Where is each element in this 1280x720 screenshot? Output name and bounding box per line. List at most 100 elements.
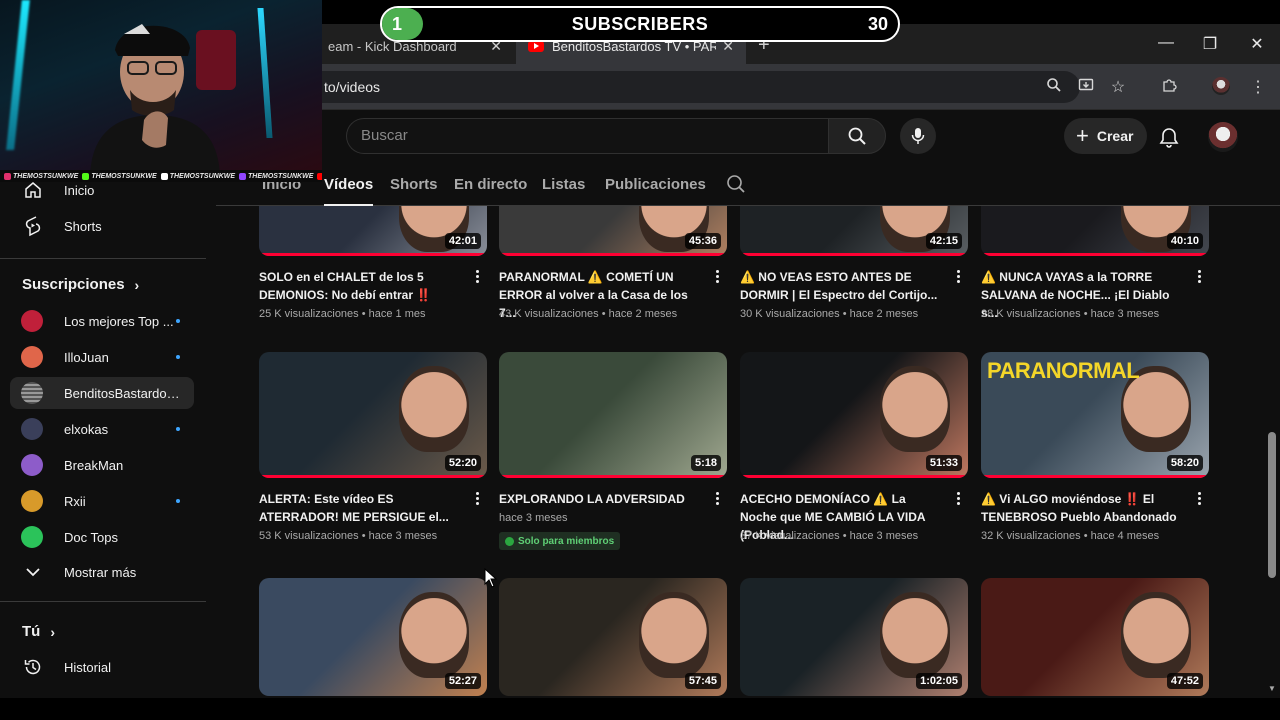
video-thumbnail[interactable]: 51:33 <box>740 352 968 478</box>
video-thumbnail[interactable]: 42:15 <box>740 206 968 256</box>
sidebar-item-subscription[interactable]: IlloJuan <box>10 341 194 373</box>
search-box[interactable] <box>346 118 828 154</box>
video-card[interactable]: 5:18 EXPLORANDO LA ADVERSIDAD hace 3 meses… <box>499 352 727 550</box>
sidebar-item-subscription[interactable]: Los mejores Top ... <box>10 305 194 337</box>
extensions-icon[interactable] <box>1159 77 1179 98</box>
social-platform-icon <box>317 172 322 180</box>
video-menu-icon[interactable] <box>711 270 723 283</box>
video-title[interactable]: SOLO en el CHALET de los 5 DEMONIOS: No … <box>259 268 459 304</box>
video-menu-icon[interactable] <box>471 270 483 283</box>
video-meta: 37 K visualizaciones • hace 3 meses <box>740 530 919 542</box>
subscriptions-heading-label: Suscripciones <box>22 276 125 293</box>
restore-icon[interactable]: ❐ <box>1198 34 1222 54</box>
channel-search-icon[interactable] <box>726 174 746 199</box>
video-duration: 57:45 <box>684 673 721 689</box>
thumbnail-face <box>880 592 950 678</box>
video-menu-icon[interactable] <box>952 270 964 283</box>
video-thumbnail[interactable]: 5:18 <box>499 352 727 478</box>
video-title[interactable]: ⚠️ Vi ALGO moviéndose ‼️ El TENEBROSO Pu… <box>981 490 1181 526</box>
video-card[interactable]: 51:33 ACECHO DEMONÍACO ⚠️ La Noche que ME… <box>740 352 968 542</box>
browser-menu-icon[interactable]: ⋮ <box>1248 77 1268 97</box>
notifications-bell-icon[interactable] <box>1158 126 1180 153</box>
sidebar-item-subscription[interactable]: BreakMan <box>10 449 194 481</box>
video-thumbnail[interactable]: 52:27 <box>259 578 487 696</box>
sidebar-item-subscription[interactable]: Doc Tops <box>10 521 194 553</box>
channel-avatar <box>21 454 43 476</box>
zoom-icon[interactable] <box>1044 77 1064 98</box>
thumbnail-face <box>399 592 469 678</box>
video-duration: 52:27 <box>444 673 481 689</box>
sidebar-item-historial[interactable]: Historial <box>10 651 194 683</box>
watch-progress-bar <box>499 475 727 478</box>
search-button[interactable] <box>828 118 886 154</box>
video-thumbnail[interactable]: 40:10 <box>981 206 1209 256</box>
video-duration: 42:15 <box>925 233 962 249</box>
video-menu-icon[interactable] <box>711 492 723 505</box>
video-card[interactable]: 52:27 <box>259 578 487 696</box>
video-card[interactable]: 47:52 <box>981 578 1209 696</box>
account-avatar[interactable] <box>1208 122 1238 152</box>
video-thumbnail[interactable]: 57:45 <box>499 578 727 696</box>
thumbnail-overlay-text: PARANORMAL <box>987 358 1140 383</box>
video-thumbnail[interactable]: PARANORMAL 58:20 <box>981 352 1209 478</box>
new-content-dot <box>176 319 180 323</box>
video-card[interactable]: 42:01 SOLO en el CHALET de los 5 DEMONIOS… <box>259 206 487 320</box>
chevron-right-icon: › <box>134 276 140 293</box>
microphone-icon <box>911 128 925 144</box>
scroll-down-arrow-icon[interactable]: ▼ <box>1266 684 1278 693</box>
video-card[interactable]: 1:02:05 <box>740 578 968 696</box>
sidebar-item-subscription[interactable]: elxokas <box>10 413 194 445</box>
video-duration: 47:52 <box>1166 673 1203 689</box>
minimize-icon[interactable]: — <box>1154 34 1178 52</box>
video-thumbnail[interactable]: 1:02:05 <box>740 578 968 696</box>
tab-videos[interactable]: Vídeos <box>324 176 374 206</box>
new-content-dot <box>176 355 180 359</box>
search-input[interactable] <box>361 127 801 144</box>
chevron-down-icon <box>22 561 44 583</box>
video-menu-icon[interactable] <box>1193 270 1205 283</box>
subscriptions-heading[interactable]: Suscripciones › <box>22 276 139 293</box>
video-title[interactable]: ALERTA: Este vídeo ES ATERRADOR! ME PERS… <box>259 490 459 526</box>
video-title[interactable]: EXPLORANDO LA ADVERSIDAD <box>499 490 699 508</box>
voice-search-button[interactable] <box>900 118 936 154</box>
show-more-button[interactable]: Mostrar más <box>10 556 194 588</box>
video-thumbnail[interactable]: 47:52 <box>981 578 1209 696</box>
sidebar-item-subscription[interactable]: Rxii <box>10 485 194 517</box>
video-meta: 28 K visualizaciones • hace 3 meses <box>981 308 1160 320</box>
tab-shorts[interactable]: Shorts <box>390 176 438 193</box>
install-app-icon[interactable] <box>1076 77 1096 98</box>
scrollbar-thumb[interactable] <box>1268 432 1276 578</box>
address-bar[interactable]: to/videos <box>300 71 1080 103</box>
bookmark-star-icon[interactable]: ☆ <box>1108 77 1128 97</box>
video-meta: 53 K visualizaciones • hace 3 meses <box>259 530 438 542</box>
video-thumbnail[interactable]: 42:01 <box>259 206 487 256</box>
video-thumbnail[interactable]: 45:36 <box>499 206 727 256</box>
video-duration: 42:01 <box>444 233 481 249</box>
social-handle: THEMOSTSUNKWE <box>160 172 235 180</box>
new-content-dot <box>176 427 180 431</box>
video-meta: 25 K visualizaciones • hace 1 mes <box>259 308 426 320</box>
video-menu-icon[interactable] <box>952 492 964 505</box>
video-card[interactable]: 40:10 ⚠️ NUNCA VAYAS a la TORRE SALVANA d… <box>981 206 1209 320</box>
sidebar-item-label: Los mejores Top ... <box>64 313 174 329</box>
create-button[interactable]: + Crear <box>1064 118 1148 154</box>
profile-avatar-icon[interactable] <box>1212 77 1232 95</box>
video-card[interactable]: 42:15 ⚠️ NO VEAS ESTO ANTES DE DORMIR | E… <box>740 206 968 320</box>
video-thumbnail[interactable]: 52:20 <box>259 352 487 478</box>
video-card[interactable]: 57:45 <box>499 578 727 696</box>
video-card[interactable]: 45:36 PARANORMAL ⚠️ COMETÍ UN ERROR al vo… <box>499 206 727 320</box>
tab-publicaciones[interactable]: Publicaciones <box>605 176 706 193</box>
subscriber-goal-bar: 1 SUBSCRIBERS 30 <box>380 6 900 42</box>
video-menu-icon[interactable] <box>1193 492 1205 505</box>
you-heading[interactable]: Tú › <box>22 623 55 640</box>
sidebar-item-subscription-active[interactable]: BenditosBastardos ... <box>10 377 194 409</box>
video-title[interactable]: ⚠️ NO VEAS ESTO ANTES DE DORMIR | El Esp… <box>740 268 940 304</box>
tab-listas[interactable]: Listas <box>542 176 585 193</box>
video-card[interactable]: 52:20 ALERTA: Este vídeo ES ATERRADOR! ME… <box>259 352 487 542</box>
close-window-icon[interactable]: ✕ <box>1245 34 1269 54</box>
sidebar-item-label: BenditosBastardos ... <box>64 385 186 401</box>
video-menu-icon[interactable] <box>471 492 483 505</box>
sidebar-item-shorts[interactable]: Shorts <box>10 210 194 242</box>
video-card[interactable]: PARANORMAL 58:20 ⚠️ Vi ALGO moviéndose ‼️ … <box>981 352 1209 542</box>
tab-en-directo[interactable]: En directo <box>454 176 527 193</box>
